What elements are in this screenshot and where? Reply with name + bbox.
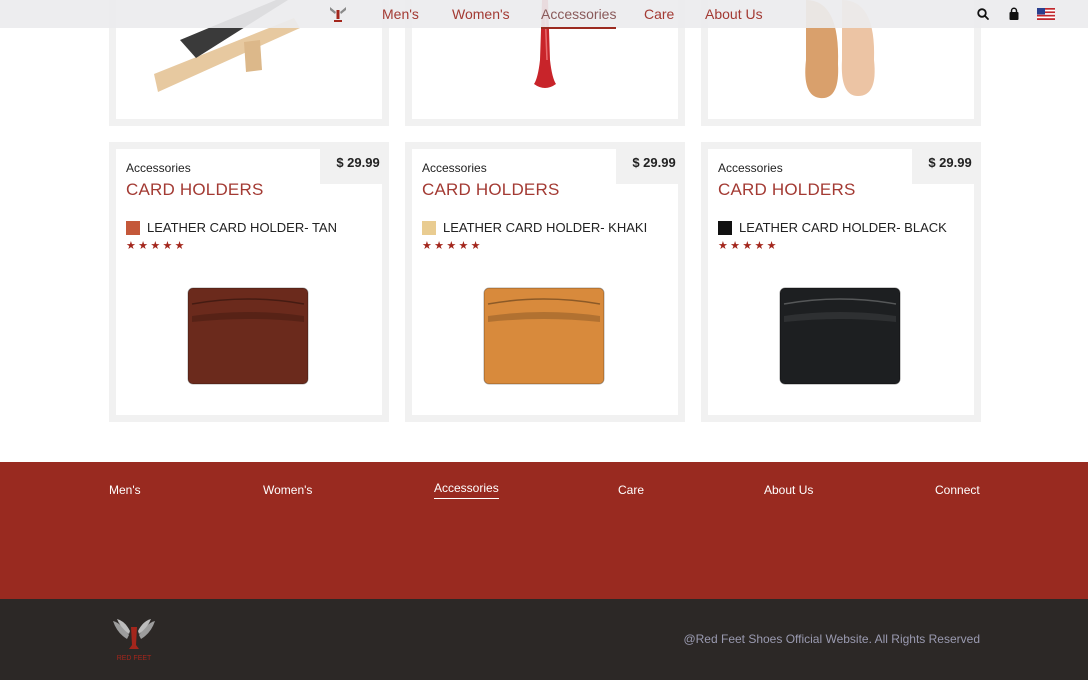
footer-nav: Men's Women's Accessories Care About Us … xyxy=(0,462,1088,599)
category-label: Accessories xyxy=(718,161,783,175)
category-label: Accessories xyxy=(126,161,191,175)
price-tag: $ 29.99 xyxy=(327,142,389,184)
nav-item-care[interactable]: Care xyxy=(644,6,674,22)
footer-link-care[interactable]: Care xyxy=(618,483,644,497)
color-swatch[interactable] xyxy=(126,221,140,235)
color-swatch[interactable] xyxy=(718,221,732,235)
product-name[interactable]: LEATHER CARD HOLDER- BLACK xyxy=(739,220,947,235)
footer-logo-icon[interactable]: RED FEET xyxy=(111,615,157,663)
product-name[interactable]: LEATHER CARD HOLDER- TAN xyxy=(147,220,337,235)
category-title[interactable]: CARD HOLDERS xyxy=(422,180,559,200)
price-tag: $ 29.99 xyxy=(623,142,685,184)
product-card-tan[interactable]: $ 29.99 Accessories CARD HOLDERS LEATHER… xyxy=(109,142,389,422)
product-name[interactable]: LEATHER CARD HOLDER- KHAKI xyxy=(443,220,647,235)
star-rating: ★★★★★ xyxy=(718,240,779,252)
search-icon[interactable] xyxy=(976,7,990,21)
star-rating: ★★★★★ xyxy=(422,240,483,252)
footer-bottom: RED FEET @Red Feet Shoes Official Websit… xyxy=(0,599,1088,680)
price-tag: $ 29.99 xyxy=(919,142,981,184)
copyright-text: @Red Feet Shoes Official Website. All Ri… xyxy=(683,632,980,646)
product-card-khaki[interactable]: $ 29.99 Accessories CARD HOLDERS LEATHER… xyxy=(405,142,685,422)
nav-item-womens[interactable]: Women's xyxy=(452,6,510,22)
product-card-black[interactable]: $ 29.99 Accessories CARD HOLDERS LEATHER… xyxy=(701,142,981,422)
product-image-wallet[interactable] xyxy=(186,286,310,386)
product-image-wallet[interactable] xyxy=(778,286,902,386)
product-image-wallet[interactable] xyxy=(482,286,606,386)
top-nav-bar: Men's Women's Accessories Care About Us xyxy=(0,0,1088,29)
us-flag-icon[interactable] xyxy=(1037,8,1055,20)
footer-link-accessories[interactable]: Accessories xyxy=(434,481,499,499)
category-title[interactable]: CARD HOLDERS xyxy=(126,180,263,200)
category-title[interactable]: CARD HOLDERS xyxy=(718,180,855,200)
nav-item-mens[interactable]: Men's xyxy=(382,6,419,22)
footer-logo-text: RED FEET xyxy=(117,655,152,662)
shopping-bag-icon[interactable] xyxy=(1007,7,1021,21)
color-swatch[interactable] xyxy=(422,221,436,235)
category-label: Accessories xyxy=(422,161,487,175)
nav-item-accessories[interactable]: Accessories xyxy=(541,6,617,29)
brand-logo-icon[interactable] xyxy=(328,4,348,24)
footer-link-about-us[interactable]: About Us xyxy=(764,483,813,497)
footer-link-womens[interactable]: Women's xyxy=(263,483,312,497)
footer-link-connect[interactable]: Connect xyxy=(935,483,980,497)
footer-link-mens[interactable]: Men's xyxy=(109,483,141,497)
nav-item-about-us[interactable]: About Us xyxy=(705,6,763,22)
star-rating: ★★★★★ xyxy=(126,240,187,252)
